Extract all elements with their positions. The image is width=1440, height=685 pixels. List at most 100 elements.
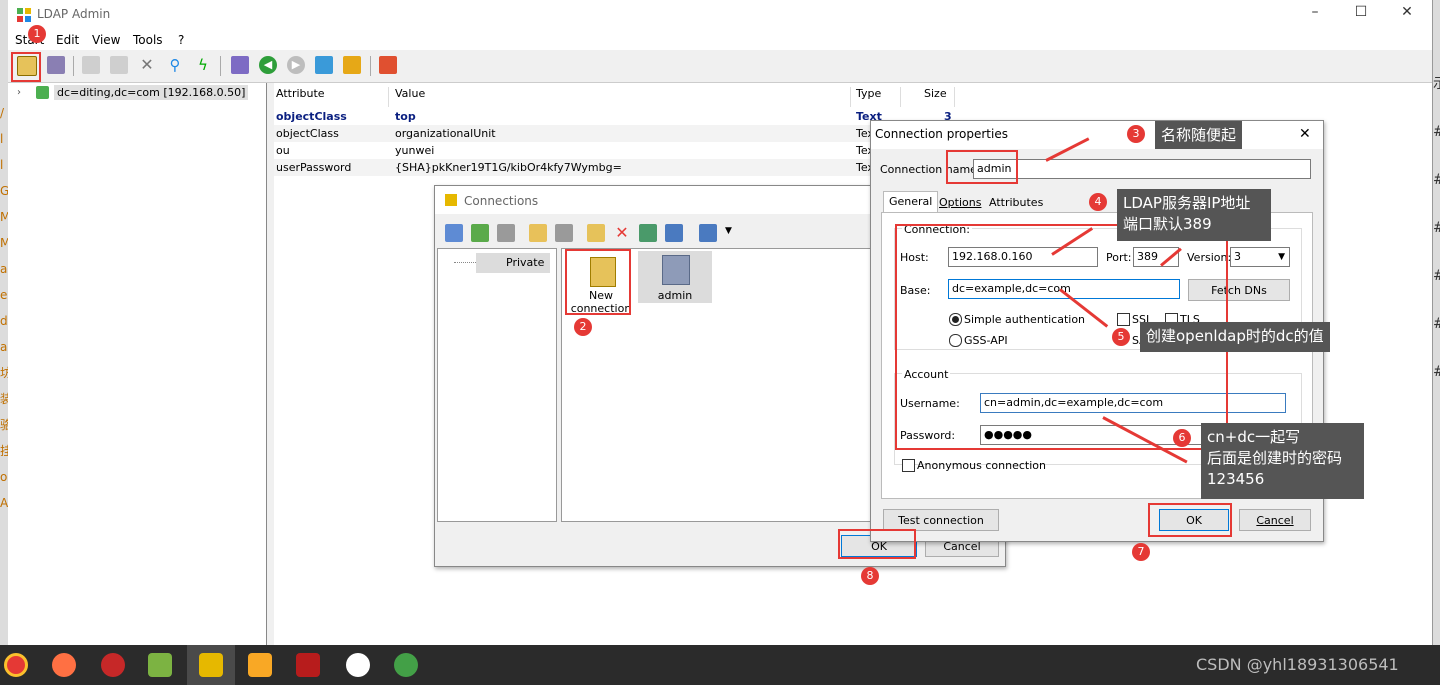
column-header-attribute[interactable]: Attribute [276,87,389,107]
directory-tree: › dc=diting,dc=com [192.168.0.50] [8,83,267,645]
tree-item-private[interactable]: Private [476,253,551,273]
edge-char: / [0,106,5,120]
step-badge-1: 1 [28,25,46,43]
baidu-netdisk-icon[interactable] [346,653,370,677]
highlight-box-1 [11,52,41,82]
props-close-button[interactable]: ✕ [1299,126,1311,142]
callout-4-line1: LDAP服务器IP地址 [1123,194,1251,212]
chrome-icon[interactable] [4,653,28,677]
tab-options[interactable]: Options [936,194,984,211]
window-title: LDAP Admin [37,7,111,21]
exit-icon[interactable] [379,56,397,74]
attr-cell: userPassword [276,161,352,174]
back-icon[interactable]: ◀ [259,56,277,74]
search-icon[interactable]: ⚲ [166,56,184,74]
chevron-right-icon[interactable]: › [17,87,21,98]
edge-char: 坊 [0,366,8,380]
title-bar: LDAP Admin – ☐ ✕ [8,0,1432,30]
schema-icon[interactable] [343,56,361,74]
menu-tools[interactable]: Tools [133,33,163,47]
callout-6: cn+dc一起写 后面是创建时的密码 123456 [1201,423,1364,499]
menu-help[interactable]: ? [178,33,184,47]
props-cancel-button[interactable]: Cancel [1239,509,1311,531]
column-header-value[interactable]: Value [395,87,851,107]
table-row[interactable]: userPassword {SHA}pkKner19T1G/kibOr4kfy7… [274,159,964,176]
tree-root-node[interactable]: dc=diting,dc=com [192.168.0.50] [54,85,249,100]
firefox-icon[interactable] [52,653,76,677]
server-icon[interactable] [555,224,573,242]
delete-icon[interactable]: ✕ [613,224,631,242]
refresh-icon[interactable] [315,56,333,74]
tab-attributes[interactable]: Attributes [986,194,1046,211]
edge-char: M [0,210,8,224]
import-icon[interactable] [639,224,657,242]
menu-bar: Start Edit View Tools ? [8,30,1432,50]
book-icon[interactable] [231,56,249,74]
ldap-admin-taskbar-icon[interactable] [199,653,223,677]
column-header-size[interactable]: Size [924,87,955,107]
disconnect-icon[interactable] [47,56,65,74]
xshell-icon[interactable] [101,653,125,677]
edge-char: o [0,470,8,484]
highlight-box-8 [838,529,916,559]
table-row[interactable]: objectClass organizationalUnit Tex [274,125,964,142]
forward-icon[interactable]: ▶ [287,56,305,74]
tree-connector [454,262,476,263]
table-row[interactable]: ou yunwei Tex [274,142,964,159]
new-icon[interactable] [445,224,463,242]
toolbar-separator [73,56,74,76]
column-header-type[interactable]: Type [856,87,901,107]
table-row[interactable]: objectClass top Text 3 [274,108,964,125]
anonymous-checkbox[interactable] [902,459,915,472]
edge-char: d [0,314,8,328]
callout-4-line2: 端口默认389 [1123,215,1212,233]
app-icon-red[interactable] [296,653,320,677]
tree-node-icon [36,86,49,99]
chevron-down-icon[interactable]: ▼ [725,226,732,236]
minimize-button[interactable]: – [1292,4,1338,26]
step-badge-3: 3 [1127,125,1145,143]
lightning-icon[interactable]: ϟ [194,56,212,74]
view-icon[interactable] [699,224,717,242]
anonymous-label: Anonymous connection [917,459,1046,472]
save-icon[interactable] [497,224,515,242]
step-badge-5: 5 [1112,328,1130,346]
edge-char: # [1433,108,1440,156]
export-icon[interactable] [665,224,683,242]
open-icon[interactable] [471,224,489,242]
file-explorer-icon[interactable] [248,653,272,677]
chevron-down-icon: ▼ [1278,252,1285,262]
callout-6-line1: cn+dc一起写 [1207,428,1301,446]
delete-icon[interactable]: ✕ [138,56,156,74]
tab-general[interactable]: General [883,191,939,212]
folder-icon[interactable] [529,224,547,242]
connection-item-admin[interactable]: admin [638,251,712,303]
notepad-icon[interactable] [148,653,172,677]
version-select[interactable]: 3 ▼ [1230,247,1290,267]
edge-char: 挂 [0,444,8,458]
test-connection-button[interactable]: Test connection [883,509,999,531]
step-badge-2: 2 [574,318,592,336]
maximize-button[interactable]: ☐ [1338,4,1384,26]
save-icon[interactable] [110,56,128,74]
watermark: CSDN @yhl18931306541 [1196,655,1399,674]
edge-char: # [1433,156,1440,204]
edge-char: 骆 [0,418,8,432]
connection-name-input[interactable]: admin [973,159,1311,179]
edge-char: l [0,158,4,172]
toolbar-separator [370,56,371,76]
taskbar: CSDN @yhl18931306541 [0,645,1440,685]
menu-edit[interactable]: Edit [56,33,79,47]
edge-char: e [0,288,8,302]
close-button[interactable]: ✕ [1384,4,1430,26]
callout-3: 名称随便起 [1155,121,1243,149]
edge-char: G [0,184,8,198]
props-titlebar: Connection properties ✕ [871,121,1323,149]
properties-icon[interactable] [587,224,605,242]
toolbar: ✕ ⚲ ϟ ◀ ▶ [8,50,1432,83]
menu-view[interactable]: View [92,33,120,47]
edit-entry-icon[interactable] [82,56,100,74]
wechat-icon[interactable] [394,653,418,677]
connection-label: admin [657,289,693,302]
connections-tree: Private [437,248,557,522]
